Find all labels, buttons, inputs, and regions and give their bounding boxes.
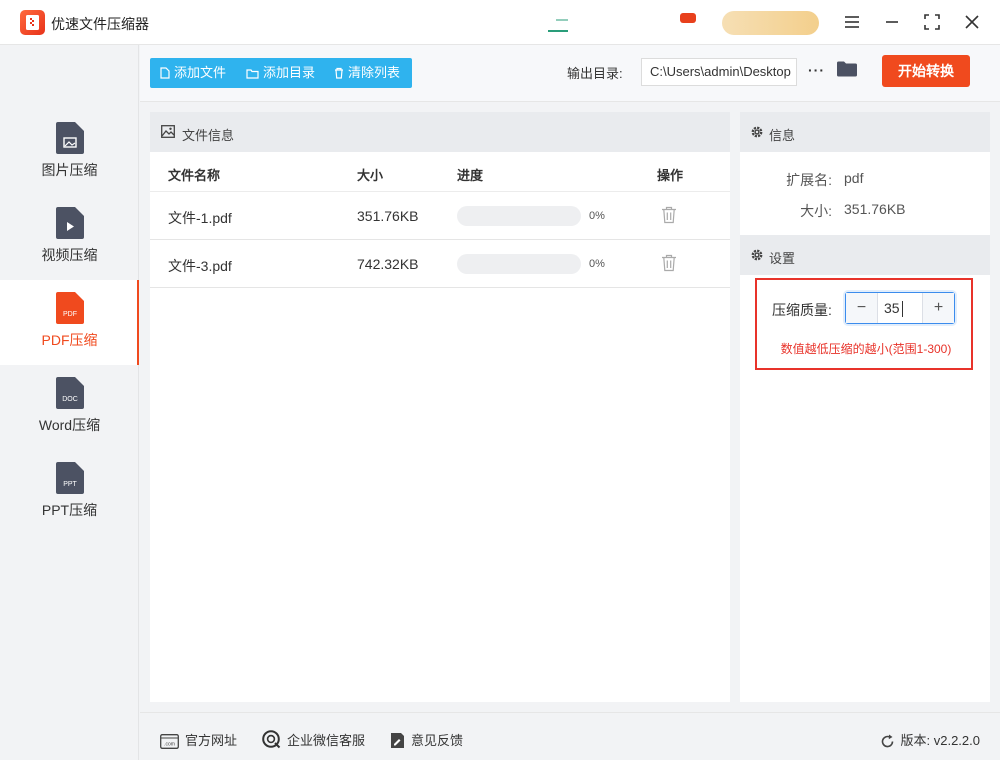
column-progress: 进度 — [457, 168, 484, 183]
quality-hint: 数值越低压缩的越小(范围1-300) — [780, 342, 952, 356]
ext-value: pdf — [844, 170, 864, 186]
svg-text:.com: .com — [164, 742, 175, 748]
file-name: 文件-3.pdf — [168, 258, 232, 274]
quality-stepper[interactable]: − + — [845, 292, 955, 324]
minimize-icon[interactable] — [881, 11, 903, 33]
image-icon — [161, 125, 175, 138]
settings-title: 设置 — [769, 251, 796, 266]
sidebar-item-pdf[interactable]: PDF PDF压缩 — [0, 280, 139, 365]
ppt-file-icon: PPT — [56, 462, 84, 494]
file-size: 742.32KB — [357, 256, 419, 272]
file-size: 351.76KB — [357, 208, 419, 224]
svg-text:PDF: PDF — [63, 311, 77, 318]
add-file-button[interactable]: 添加文件 — [160, 58, 226, 88]
sidebar-item-label: PDF压缩 — [41, 332, 98, 348]
sidebar-item-label: PPT压缩 — [41, 502, 98, 518]
output-dir-label: 输出目录: — [567, 66, 623, 81]
sidebar-item-label: Word压缩 — [38, 417, 101, 433]
wechat-service-link[interactable]: 企业微信客服 — [262, 730, 365, 749]
refresh-icon[interactable] — [880, 734, 895, 749]
pdf-file-icon: PDF — [56, 292, 84, 324]
chat-icon — [262, 730, 281, 749]
open-folder-icon[interactable] — [837, 61, 857, 80]
delete-icon[interactable] — [661, 206, 677, 224]
increase-button[interactable]: + — [922, 293, 954, 323]
info-title: 信息 — [769, 128, 796, 143]
version-info: 版本: v2.2.2.0 — [880, 730, 980, 749]
app-logo-icon — [20, 10, 45, 35]
delete-icon[interactable] — [661, 254, 677, 272]
menu-icon[interactable] — [841, 11, 863, 33]
column-name: 文件名称 — [168, 168, 221, 183]
gear-icon — [751, 126, 763, 138]
website-link[interactable]: .com 官方网址 — [160, 730, 237, 749]
svg-text:PPT: PPT — [63, 481, 77, 488]
maximize-icon[interactable] — [921, 11, 943, 33]
promo-graphic — [548, 17, 568, 33]
file-button-group: 添加文件 添加目录 清除列表 — [150, 58, 412, 88]
add-folder-button[interactable]: 添加目录 — [246, 58, 315, 88]
file-panel-header: 文件信息 — [150, 112, 730, 152]
svg-text:DOC: DOC — [62, 396, 78, 403]
panel-title: 文件信息 — [182, 128, 235, 143]
sidebar-item-video[interactable]: 视频压缩 — [0, 195, 139, 280]
close-icon[interactable] — [961, 11, 983, 33]
sidebar-item-word[interactable]: DOC Word压缩 — [0, 365, 139, 450]
vip-button[interactable] — [722, 11, 819, 35]
folder-icon — [246, 69, 259, 79]
decrease-button[interactable]: − — [846, 293, 878, 323]
start-convert-button[interactable]: 开始转换 — [882, 55, 970, 87]
progress-bar — [457, 206, 581, 226]
quality-label: 压缩质量: — [772, 302, 832, 318]
column-size: 大小 — [357, 168, 384, 183]
title-bar: 优速文件压缩器 — [0, 0, 1000, 45]
gift-icon[interactable] — [680, 13, 696, 23]
website-icon: .com — [160, 734, 179, 749]
sidebar-item-label: 视频压缩 — [41, 247, 98, 263]
footer: .com 官方网址 企业微信客服 意见反馈 版本: v2.2.2.0 — [140, 712, 1000, 760]
file-name: 文件-1.pdf — [168, 210, 232, 226]
table-row[interactable]: 文件-3.pdf 742.32KB 0% — [150, 240, 730, 288]
quality-input[interactable] — [879, 294, 921, 322]
image-file-icon — [56, 122, 84, 154]
more-options-button[interactable]: ··· — [808, 62, 825, 78]
sidebar-item-ppt[interactable]: PPT PPT压缩 — [0, 450, 139, 535]
size-value: 351.76KB — [844, 201, 906, 217]
gear-icon — [751, 249, 763, 261]
info-ext-row: 扩展名: pdf — [740, 170, 990, 190]
progress-text: 0% — [589, 258, 605, 270]
settings-header: 设置 — [740, 235, 990, 275]
feedback-link[interactable]: 意见反馈 — [390, 730, 463, 749]
toolbar: 添加文件 添加目录 清除列表 输出目录: C:\Users\admin\Desk… — [140, 45, 1000, 102]
file-list-panel: 文件信息 文件名称 大小 进度 操作 文件-1.pdf 351.76KB 0% … — [150, 112, 730, 702]
output-dir-field[interactable]: C:\Users\admin\Desktop — [641, 58, 797, 86]
progress-bar — [457, 254, 581, 274]
sidebar: 图片压缩 视频压缩 PDF PDF压缩 DOC Word压缩 PPT PPT压缩 — [0, 45, 139, 760]
doc-file-icon: DOC — [56, 377, 84, 409]
info-header: 信息 — [740, 112, 990, 152]
file-icon — [160, 67, 170, 79]
app-title: 优速文件压缩器 — [51, 16, 149, 32]
text-cursor — [902, 301, 903, 317]
video-file-icon — [56, 207, 84, 239]
info-settings-panel: 信息 扩展名: pdf 大小: 351.76KB 设置 压缩质量: − + 数值… — [740, 112, 990, 702]
table-row[interactable]: 文件-1.pdf 351.76KB 0% — [150, 192, 730, 240]
trash-icon — [335, 67, 343, 79]
size-label: 大小: — [800, 203, 832, 219]
quality-highlight-box: 压缩质量: − + 数值越低压缩的越小(范围1-300) — [755, 278, 973, 370]
feedback-icon — [391, 733, 404, 748]
table-header: 文件名称 大小 进度 操作 — [150, 152, 730, 192]
ext-label: 扩展名: — [786, 172, 832, 188]
sidebar-item-image[interactable]: 图片压缩 — [0, 110, 139, 195]
info-size-row: 大小: 351.76KB — [740, 201, 990, 221]
clear-list-button[interactable]: 清除列表 — [334, 58, 400, 88]
sidebar-item-label: 图片压缩 — [41, 162, 98, 178]
progress-text: 0% — [589, 210, 605, 222]
column-action: 操作 — [657, 168, 684, 183]
